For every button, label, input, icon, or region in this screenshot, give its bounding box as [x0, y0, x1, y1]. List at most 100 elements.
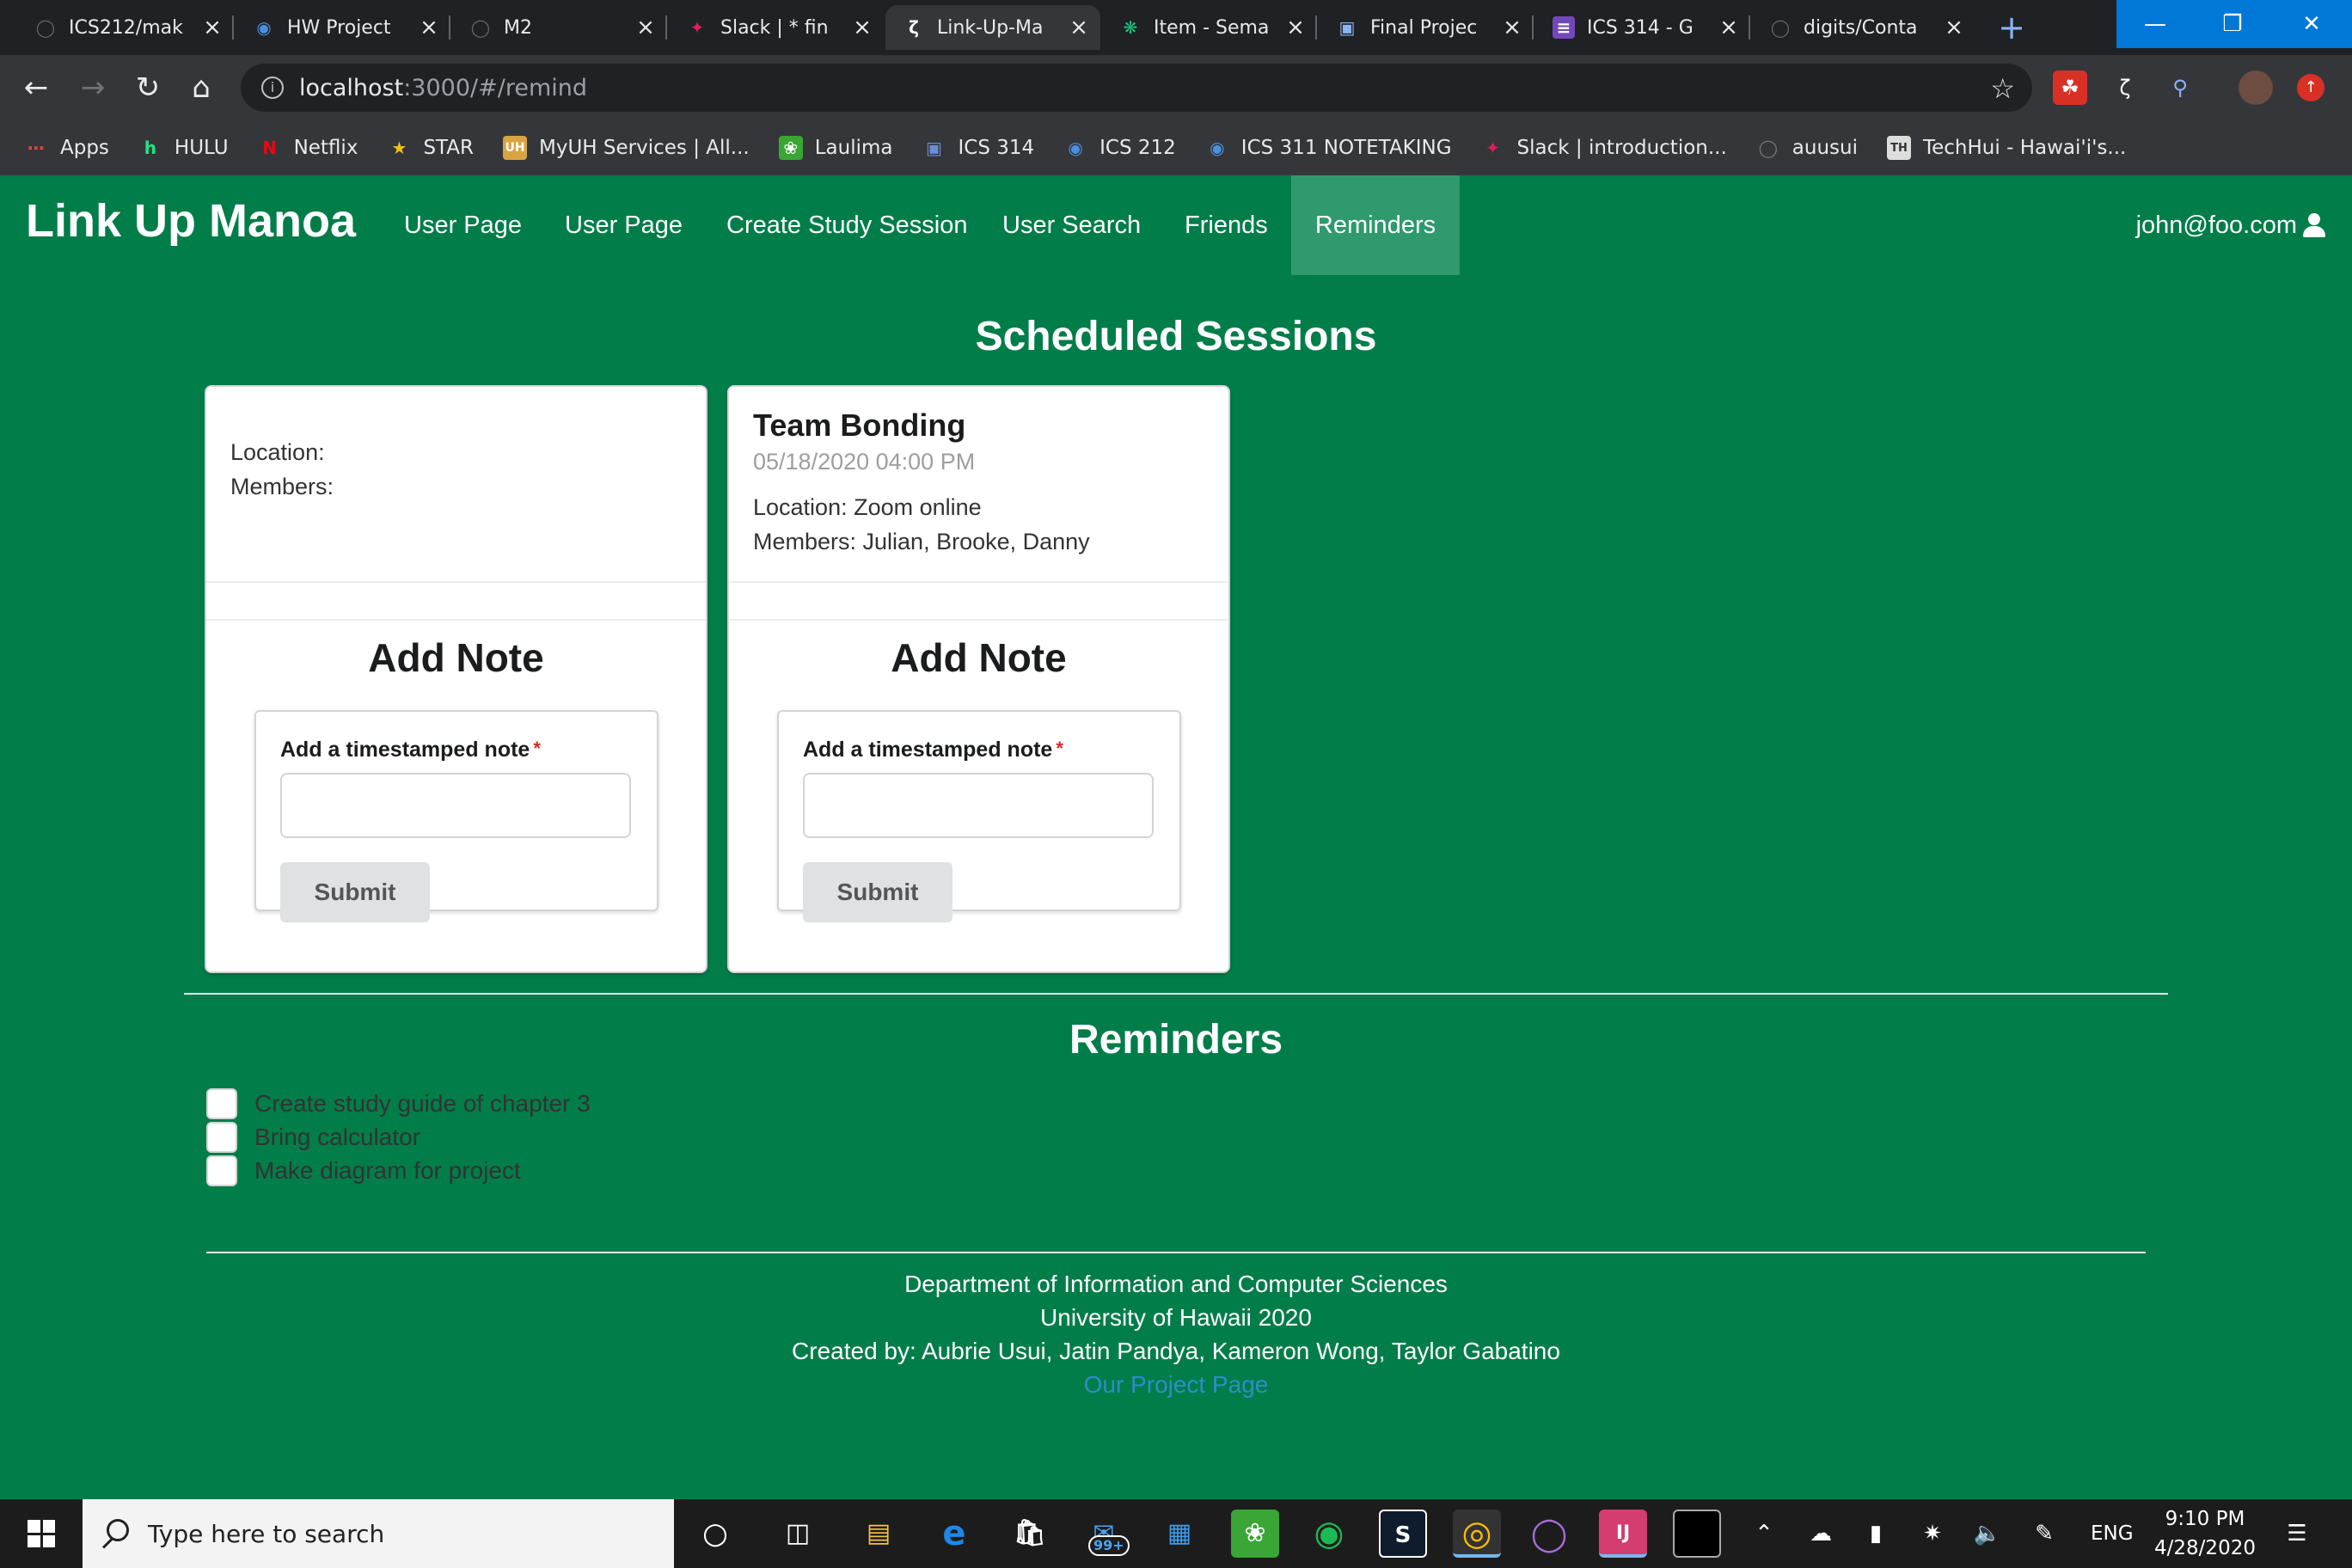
- wifi-icon[interactable]: ✷: [1914, 1516, 1951, 1551]
- nav-user-page[interactable]: User Page: [377, 175, 549, 275]
- close-tab-icon[interactable]: ×: [1941, 15, 1967, 40]
- store-icon[interactable]: 🛍: [1006, 1510, 1054, 1558]
- battery-icon[interactable]: ▮: [1857, 1516, 1895, 1551]
- note-input[interactable]: [803, 773, 1154, 838]
- minimize-button[interactable]: —: [2116, 0, 2194, 48]
- extension-icon[interactable]: ζ: [2108, 70, 2142, 105]
- nav-create-study-session[interactable]: Create Study Session: [699, 175, 995, 275]
- mail-icon[interactable]: ✉ 99+: [1080, 1510, 1130, 1558]
- browser-tab[interactable]: ≡ ICS 314 - G ×: [1535, 5, 1750, 50]
- laulima-icon[interactable]: ❀: [1231, 1510, 1279, 1558]
- pen-icon[interactable]: ✎: [2025, 1516, 2063, 1551]
- close-tab-icon[interactable]: ×: [199, 15, 225, 40]
- close-tab-icon[interactable]: ×: [1499, 15, 1525, 40]
- close-tab-icon[interactable]: ×: [849, 15, 875, 40]
- close-tab-icon[interactable]: ×: [416, 15, 442, 40]
- apps-grid-icon: ⋯: [28, 138, 45, 158]
- bookmark-star-icon[interactable]: ☆: [1990, 72, 2015, 105]
- bookmark-techhui[interactable]: TH TechHui - Hawai'i's...: [1887, 136, 2126, 160]
- nav-user-page-2[interactable]: User Page: [537, 175, 710, 275]
- close-tab-icon[interactable]: ×: [633, 15, 658, 40]
- restore-button[interactable]: ❐: [2194, 0, 2271, 48]
- close-tab-icon[interactable]: ×: [1716, 15, 1742, 40]
- netflix-icon: N: [262, 138, 277, 158]
- nav-friends[interactable]: Friends: [1157, 175, 1295, 275]
- new-tab-button[interactable]: +: [1993, 9, 2030, 46]
- tab-title: Item - Sema: [1154, 16, 1270, 39]
- browser-tab[interactable]: ◉ HW Project ×: [236, 5, 450, 50]
- user-menu[interactable]: john@foo.com: [2136, 175, 2326, 275]
- bookmark-ics311[interactable]: ◉ ICS 311 NOTETAKING: [1205, 136, 1451, 160]
- session-members: Members:: [230, 474, 334, 499]
- section-divider: [184, 993, 2168, 995]
- bookmark-myuh[interactable]: UH MyUH Services | All...: [503, 136, 750, 160]
- nav-reminders[interactable]: Reminders: [1291, 175, 1460, 275]
- browser-tab-active[interactable]: ζ Link-Up-Ma ×: [885, 5, 1100, 50]
- chrome-icon[interactable]: ◎: [1453, 1510, 1501, 1558]
- browser-tab[interactable]: ◯ M2 ×: [452, 5, 667, 50]
- bookmark-apps[interactable]: ⋯ Apps: [24, 136, 109, 160]
- back-button[interactable]: ←: [14, 65, 58, 110]
- tab-title: digits/Conta: [1804, 16, 1918, 39]
- task-view-icon[interactable]: ◫: [774, 1510, 822, 1558]
- brand-logo[interactable]: Link Up Manoa: [26, 194, 356, 248]
- browser-tab[interactable]: ▣ Final Projec ×: [1319, 5, 1534, 50]
- bookmark-hulu[interactable]: h HULU: [138, 136, 229, 160]
- onedrive-icon[interactable]: ☁: [1802, 1516, 1840, 1551]
- session-location: Location:: [230, 439, 325, 465]
- edge-icon[interactable]: e: [930, 1510, 978, 1558]
- start-button[interactable]: [0, 1499, 83, 1568]
- taskbar-clock[interactable]: 9:10 PM 4/28/2020: [2149, 1504, 2261, 1563]
- cortana-icon[interactable]: ○: [691, 1510, 739, 1558]
- browser-tab[interactable]: ❋ Item - Sema ×: [1102, 5, 1317, 50]
- close-tab-icon[interactable]: ×: [1066, 15, 1092, 40]
- close-tab-icon[interactable]: ×: [1283, 15, 1308, 40]
- update-icon[interactable]: ↑: [2297, 74, 2324, 101]
- show-hidden-icons[interactable]: ⌃: [1745, 1516, 1783, 1551]
- required-mark: *: [1056, 738, 1063, 759]
- bookmark-ics314[interactable]: ▣ ICS 314: [922, 136, 1034, 160]
- profile-avatar[interactable]: [2239, 70, 2273, 105]
- nav-user-search[interactable]: User Search: [975, 175, 1168, 275]
- address-bar[interactable]: i localhost:3000/#/remind ☆: [241, 64, 2032, 112]
- bookmark-auusui[interactable]: ◯ auusui: [1756, 136, 1858, 160]
- reminder-checkbox[interactable]: [206, 1122, 237, 1153]
- spotify-icon[interactable]: ◉: [1305, 1510, 1353, 1558]
- bookmark-laulima[interactable]: ❀ Laulima: [778, 136, 892, 160]
- intellij-icon[interactable]: IJ: [1599, 1510, 1647, 1558]
- add-note-heading: Add Note: [368, 635, 544, 680]
- submit-button[interactable]: Submit: [803, 862, 952, 922]
- search-extension-icon[interactable]: ⚲: [2163, 70, 2197, 105]
- required-mark: *: [533, 738, 541, 759]
- browser-tab[interactable]: ◯ digits/Conta ×: [1752, 5, 1975, 50]
- file-explorer-icon[interactable]: ▤: [854, 1510, 903, 1558]
- reminder-checkbox[interactable]: [206, 1088, 237, 1119]
- windows-app-icon[interactable]: ▦: [1155, 1510, 1204, 1558]
- submit-button[interactable]: Submit: [280, 862, 430, 922]
- project-page-link[interactable]: Our Project Page: [0, 1368, 2352, 1401]
- github-desktop-icon[interactable]: ◯: [1525, 1510, 1573, 1558]
- reload-button[interactable]: ↻: [126, 65, 170, 110]
- browser-tab[interactable]: ◯ ICS212/mak ×: [17, 5, 234, 50]
- taskbar-search-box[interactable]: Type here to search: [83, 1499, 674, 1568]
- bookmark-ics212[interactable]: ◉ ICS 212: [1063, 136, 1175, 160]
- extension-icon[interactable]: ☘: [2053, 70, 2087, 105]
- user-email: john@foo.com: [2135, 211, 2297, 239]
- forward-button[interactable]: →: [70, 65, 115, 110]
- language-indicator[interactable]: ENG: [2091, 1516, 2134, 1551]
- notifications-icon[interactable]: ☰: [2278, 1516, 2316, 1551]
- browser-tab[interactable]: ✦ Slack | * fin ×: [669, 5, 884, 50]
- bookmark-star[interactable]: ★ STAR: [387, 136, 474, 160]
- search-icon: [100, 1519, 129, 1548]
- s-app-icon[interactable]: S: [1379, 1510, 1427, 1558]
- reminder-checkbox[interactable]: [206, 1155, 237, 1186]
- close-window-button[interactable]: ✕: [2271, 0, 2352, 48]
- bookmark-netflix[interactable]: N Netflix: [258, 136, 358, 160]
- volume-icon[interactable]: 🔈: [1969, 1516, 2006, 1551]
- note-input[interactable]: [280, 773, 631, 838]
- bookmark-slack[interactable]: ✦ Slack | introduction...: [1481, 136, 1727, 160]
- site-info-icon[interactable]: i: [261, 77, 284, 99]
- home-button[interactable]: ⌂: [179, 65, 224, 110]
- terminal-icon[interactable]: [1673, 1510, 1721, 1558]
- openai-icon: ❋: [1123, 17, 1138, 38]
